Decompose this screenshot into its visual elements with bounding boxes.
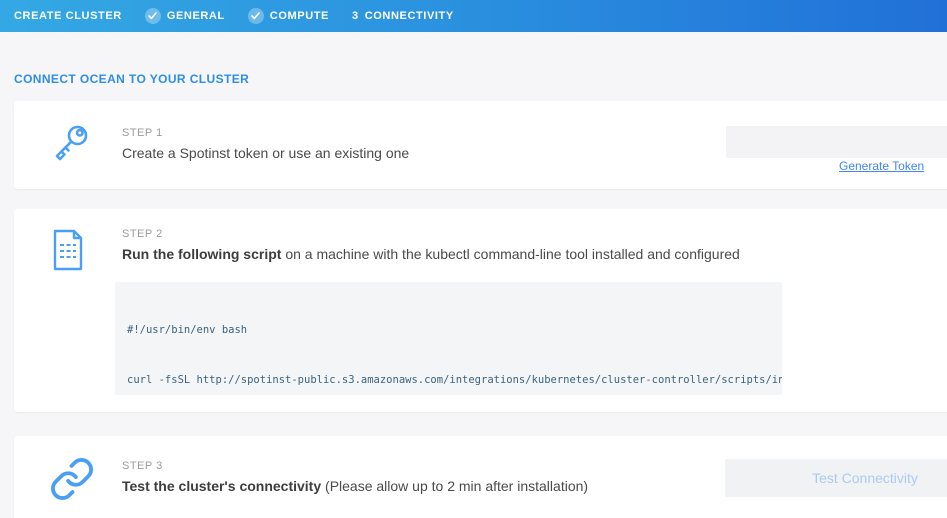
tab-compute-label: COMPUTE — [270, 10, 329, 22]
wizard-title: CREATE CLUSTER — [14, 10, 122, 22]
page-title: CONNECT OCEAN TO YOUR CLUSTER — [14, 72, 249, 86]
document-script-icon — [49, 228, 87, 277]
tab-connectivity-number: 3 — [352, 10, 359, 22]
step2-card: STEP 2 Run the following script on a mac… — [14, 209, 947, 412]
create-cluster-screen: CREATE CLUSTER GENERAL COMPUTE 3 CONNECT… — [0, 0, 947, 518]
step2-label: STEP 2 — [122, 228, 163, 240]
generate-token-link[interactable]: Generate Token — [839, 159, 924, 173]
step3-title: Test the cluster's connectivity (Please … — [122, 478, 588, 494]
install-script-code-block[interactable]: #!/usr/bin/env bash curl -fsSL http://sp… — [115, 282, 782, 395]
tab-general-label: GENERAL — [167, 10, 225, 22]
step1-title: Create a Spotinst token or use an existi… — [122, 145, 409, 161]
check-circle-icon — [248, 8, 264, 24]
step2-title-bold: Run the following script — [122, 246, 281, 262]
test-connectivity-button[interactable]: Test Connectivity — [725, 459, 947, 497]
key-icon — [49, 122, 93, 173]
wizard-topbar: CREATE CLUSTER GENERAL COMPUTE 3 CONNECT… — [0, 0, 947, 32]
step3-title-rest: (Please allow up to 2 min after installa… — [321, 478, 588, 494]
tab-connectivity-label: CONNECTIVITY — [365, 10, 454, 22]
link-chain-icon — [49, 456, 95, 507]
step3-label: STEP 3 — [122, 460, 163, 472]
tab-compute[interactable]: COMPUTE — [248, 8, 329, 24]
step1-label: STEP 1 — [122, 127, 163, 139]
check-circle-icon — [145, 8, 161, 24]
step1-card: STEP 1 Create a Spotinst token or use an… — [14, 101, 947, 189]
token-input[interactable] — [726, 126, 947, 158]
tab-connectivity[interactable]: 3 CONNECTIVITY — [352, 10, 454, 22]
code-line: #!/usr/bin/env bash — [127, 322, 770, 339]
step2-title-rest: on a machine with the kubectl command-li… — [281, 246, 739, 262]
code-line: curl -fsSL http://spotinst-public.s3.ama… — [127, 372, 770, 389]
step3-title-bold: Test the cluster's connectivity — [122, 478, 321, 494]
step2-title: Run the following script on a machine wi… — [122, 246, 740, 262]
step3-card: STEP 3 Test the cluster's connectivity (… — [14, 436, 947, 518]
tab-general[interactable]: GENERAL — [145, 8, 225, 24]
